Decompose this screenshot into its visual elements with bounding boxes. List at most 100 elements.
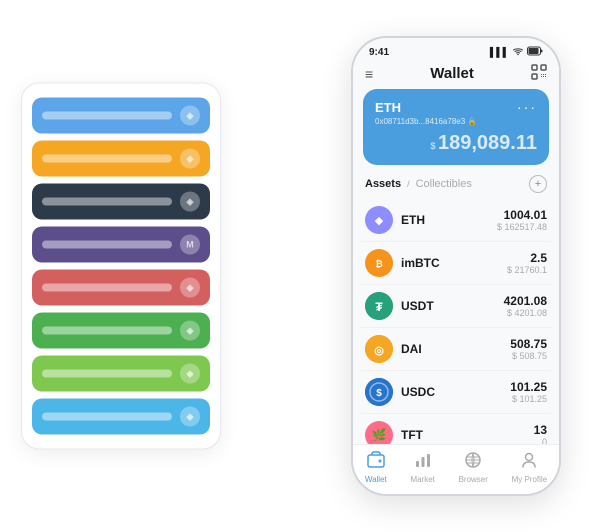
asset-usd: $ 101.25	[510, 394, 547, 404]
asset-usd: 0	[534, 437, 547, 444]
tab-divider: /	[407, 179, 410, 189]
asset-name: USDC	[401, 385, 510, 399]
eth-balance-label: $ 189,089.11	[375, 132, 537, 155]
list-item[interactable]: ◈	[32, 141, 210, 177]
nav-label: Browser	[459, 475, 488, 484]
card-dot: ◈	[180, 364, 200, 384]
imbtc-token-icon: ₿	[365, 249, 393, 277]
asset-name: imBTC	[401, 256, 507, 270]
dai-token-icon: ◎	[365, 335, 393, 363]
card-bar	[42, 155, 172, 163]
asset-amount: 4201.08	[504, 294, 547, 308]
usdc-token-icon: $	[365, 378, 393, 406]
asset-list: ◆ ETH 1004.01 $ 162517.48 ₿ imBTC 2.5 $ …	[353, 199, 559, 444]
asset-name: USDT	[401, 299, 504, 313]
tab-collectibles[interactable]: Collectibles	[416, 178, 472, 190]
asset-usd: $ 4201.08	[504, 308, 547, 318]
phone: 9:41 ▌▌▌ ≡ Wallet ETH ···	[351, 36, 561, 496]
asset-amount: 13	[534, 423, 547, 437]
asset-amounts: 4201.08 $ 4201.08	[504, 294, 547, 318]
nav-label: My Profile	[512, 475, 548, 484]
card-bar	[42, 327, 172, 335]
asset-amounts: 1004.01 $ 162517.48	[497, 208, 547, 232]
scene: ◈ ◈ ◈ M ◈ ◈ ◈ ◈	[21, 16, 581, 516]
menu-icon[interactable]: ≡	[365, 66, 373, 82]
svg-text:₿: ₿	[375, 259, 382, 269]
list-item[interactable]: ◈	[32, 399, 210, 435]
status-bar: 9:41 ▌▌▌	[353, 38, 559, 62]
asset-amount: 2.5	[507, 251, 547, 265]
svg-text:$: $	[376, 388, 382, 399]
nav-label: Market	[410, 475, 434, 484]
card-bar	[42, 370, 172, 378]
status-time: 9:41	[369, 47, 389, 58]
tab-assets[interactable]: Assets	[365, 178, 401, 190]
nav-item-profile[interactable]: My Profile	[512, 451, 548, 484]
top-nav: ≡ Wallet	[353, 62, 559, 89]
eth-token-icon: ◆	[365, 206, 393, 234]
card-bar	[42, 241, 172, 249]
card-dot: M	[180, 235, 200, 255]
battery-icon	[527, 46, 543, 58]
card-dot: ◈	[180, 106, 200, 126]
eth-more-button[interactable]: ···	[517, 99, 537, 115]
table-row[interactable]: $ USDC 101.25 $ 101.25	[361, 371, 551, 414]
svg-text:₮: ₮	[375, 300, 383, 314]
card-dot: ◈	[180, 278, 200, 298]
asset-amount: 508.75	[510, 337, 547, 351]
scan-icon[interactable]	[531, 64, 547, 83]
asset-usd: $ 162517.48	[497, 222, 547, 232]
list-item[interactable]: ◈	[32, 184, 210, 220]
eth-address: 0x08711d3b...8416a78e3 🔒	[375, 117, 537, 126]
card-bar	[42, 284, 172, 292]
table-row[interactable]: ₮ USDT 4201.08 $ 4201.08	[361, 285, 551, 328]
card-dot: ◈	[180, 321, 200, 341]
nav-item-market[interactable]: Market	[410, 451, 434, 484]
list-item[interactable]: ◈	[32, 270, 210, 306]
assets-header: Assets / Collectibles +	[353, 173, 559, 199]
asset-usd: $ 21760.1	[507, 265, 547, 275]
signal-icon: ▌▌▌	[490, 47, 509, 57]
card-bar	[42, 413, 172, 421]
bottom-nav: Wallet Market Browser My Profile	[353, 444, 559, 494]
browser-icon	[464, 451, 482, 473]
usdt-token-icon: ₮	[365, 292, 393, 320]
card-dot: ◈	[180, 149, 200, 169]
assets-tabs: Assets / Collectibles	[365, 178, 472, 190]
card-bar	[42, 198, 172, 206]
eth-balance: 189,089.11	[438, 132, 537, 154]
eth-symbol: ETH	[375, 100, 401, 115]
asset-amounts: 101.25 $ 101.25	[510, 380, 547, 404]
list-item[interactable]: ◈	[32, 313, 210, 349]
wifi-icon	[512, 46, 524, 58]
table-row[interactable]: 🌿 TFT 13 0	[361, 414, 551, 444]
asset-usd: $ 508.75	[510, 351, 547, 361]
table-row[interactable]: ◎ DAI 508.75 $ 508.75	[361, 328, 551, 371]
nav-item-browser[interactable]: Browser	[459, 451, 488, 484]
card-bar	[42, 112, 172, 120]
add-asset-button[interactable]: +	[529, 175, 547, 193]
asset-amount: 1004.01	[497, 208, 547, 222]
card-stack: ◈ ◈ ◈ M ◈ ◈ ◈ ◈	[21, 83, 221, 450]
card-dot: ◈	[180, 192, 200, 212]
wallet-icon	[367, 451, 385, 473]
profile-icon	[520, 451, 538, 473]
market-icon	[414, 451, 432, 473]
card-dot: ◈	[180, 407, 200, 427]
asset-name: DAI	[401, 342, 510, 356]
nav-label: Wallet	[365, 475, 387, 484]
tft-token-icon: 🌿	[365, 421, 393, 444]
list-item[interactable]: ◈	[32, 356, 210, 392]
svg-text:◎: ◎	[374, 345, 384, 357]
list-item[interactable]: M	[32, 227, 210, 263]
table-row[interactable]: ◆ ETH 1004.01 $ 162517.48	[361, 199, 551, 242]
asset-name: ETH	[401, 213, 497, 227]
asset-amounts: 13 0	[534, 423, 547, 444]
table-row[interactable]: ₿ imBTC 2.5 $ 21760.1	[361, 242, 551, 285]
nav-item-wallet[interactable]: Wallet	[365, 451, 387, 484]
page-title: Wallet	[430, 65, 474, 82]
eth-card[interactable]: ETH ··· 0x08711d3b...8416a78e3 🔒 $ 189,0…	[363, 89, 549, 165]
asset-amounts: 2.5 $ 21760.1	[507, 251, 547, 275]
list-item[interactable]: ◈	[32, 98, 210, 134]
eth-card-header: ETH ···	[375, 99, 537, 115]
